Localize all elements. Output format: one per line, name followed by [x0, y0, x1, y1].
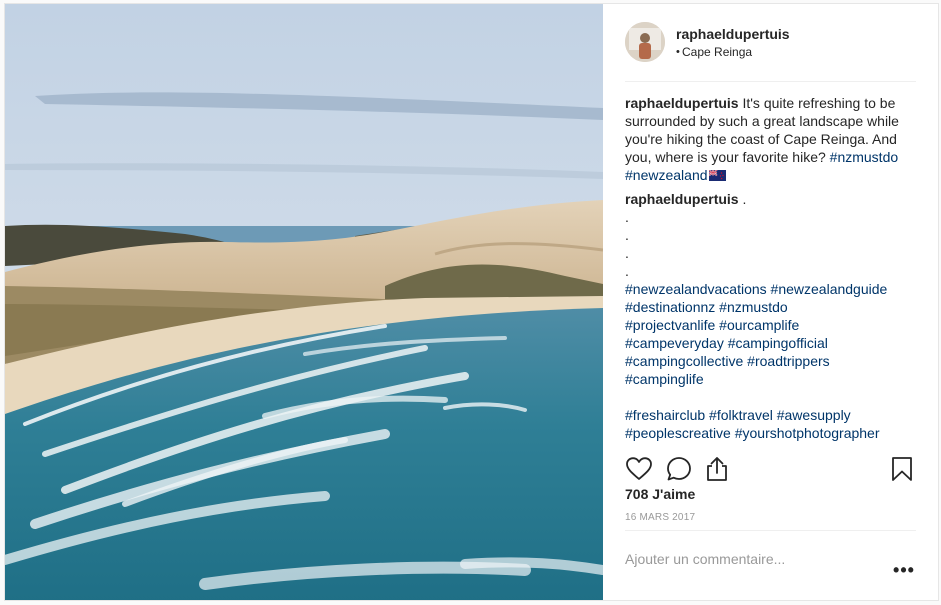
hashtag-link[interactable]: #nzmustdo — [830, 149, 898, 165]
post-username[interactable]: raphaeldupertuis — [676, 26, 790, 42]
hashtag-block: #newzealandvacations #newzealandguide #d… — [625, 280, 920, 388]
add-comment-section: ••• — [625, 530, 916, 600]
comment-username[interactable]: raphaeldupertuis — [625, 191, 739, 207]
hashtag-line[interactable]: #freshairclub #folktravel #awesupply — [625, 406, 920, 424]
comment-dot-line: . — [625, 209, 629, 225]
instagram-post: raphaeldupertuis • Cape Reinga raphaeldu… — [4, 3, 939, 601]
post-sidebar: raphaeldupertuis • Cape Reinga raphaeldu… — [603, 4, 938, 600]
avatar[interactable] — [625, 22, 665, 62]
hashtag-line[interactable]: #campinglife — [625, 370, 920, 388]
add-comment-input[interactable] — [625, 545, 875, 573]
caption-username[interactable]: raphaeldupertuis — [625, 95, 739, 111]
caption: raphaeldupertuis It's quite refreshing t… — [625, 94, 920, 184]
action-bar — [625, 450, 916, 490]
hashtag-block: #freshairclub #folktravel #awesupply #pe… — [625, 406, 920, 442]
comment-dot-line: . — [625, 263, 629, 279]
like-button[interactable] — [625, 455, 653, 483]
heart-icon — [626, 457, 652, 480]
avatar-image — [625, 22, 665, 62]
beach-landscape-image — [5, 4, 603, 600]
hashtag-line[interactable]: #peoplescreative #yourshotphotographer — [625, 424, 920, 442]
comment-dot-line: . — [625, 245, 629, 261]
hashtag-line[interactable]: #projectvanlife #ourcamplife — [625, 316, 920, 334]
hashtag-line[interactable]: #campingcollective #roadtrippers — [625, 352, 920, 370]
more-options-button[interactable]: ••• — [892, 561, 916, 583]
hashtag-line[interactable]: #newzealandvacations #newzealandguide — [625, 280, 920, 298]
post-header: raphaeldupertuis • Cape Reinga — [625, 4, 916, 82]
share-button[interactable] — [703, 455, 731, 483]
hashtag-line[interactable]: #destinationnz #nzmustdo — [625, 298, 920, 316]
bookmark-icon — [892, 457, 912, 481]
likes-count[interactable]: 708 J'aime — [625, 486, 695, 502]
post-date: 16 MARS 2017 — [625, 512, 696, 523]
comment-dots: . . . . — [625, 208, 920, 280]
comment-button[interactable] — [665, 455, 693, 483]
post-location[interactable]: Cape Reinga — [682, 45, 752, 59]
location-bullet: • — [676, 46, 680, 58]
comment-text: . — [738, 191, 747, 207]
caption-area: raphaeldupertuis It's quite refreshing t… — [625, 94, 920, 442]
save-button[interactable] — [888, 455, 916, 483]
post-photo[interactable] — [5, 4, 603, 600]
new-zealand-flag-icon — [708, 170, 726, 181]
share-icon — [707, 457, 727, 481]
comment: raphaeldupertuis . . . . . #newzealandva… — [625, 190, 920, 442]
comment-dot-line: . — [625, 227, 629, 243]
comment-icon — [667, 457, 691, 481]
hashtag-line[interactable]: #campeveryday #campingofficial — [625, 334, 920, 352]
hashtag-link[interactable]: #newzealand — [625, 167, 708, 183]
